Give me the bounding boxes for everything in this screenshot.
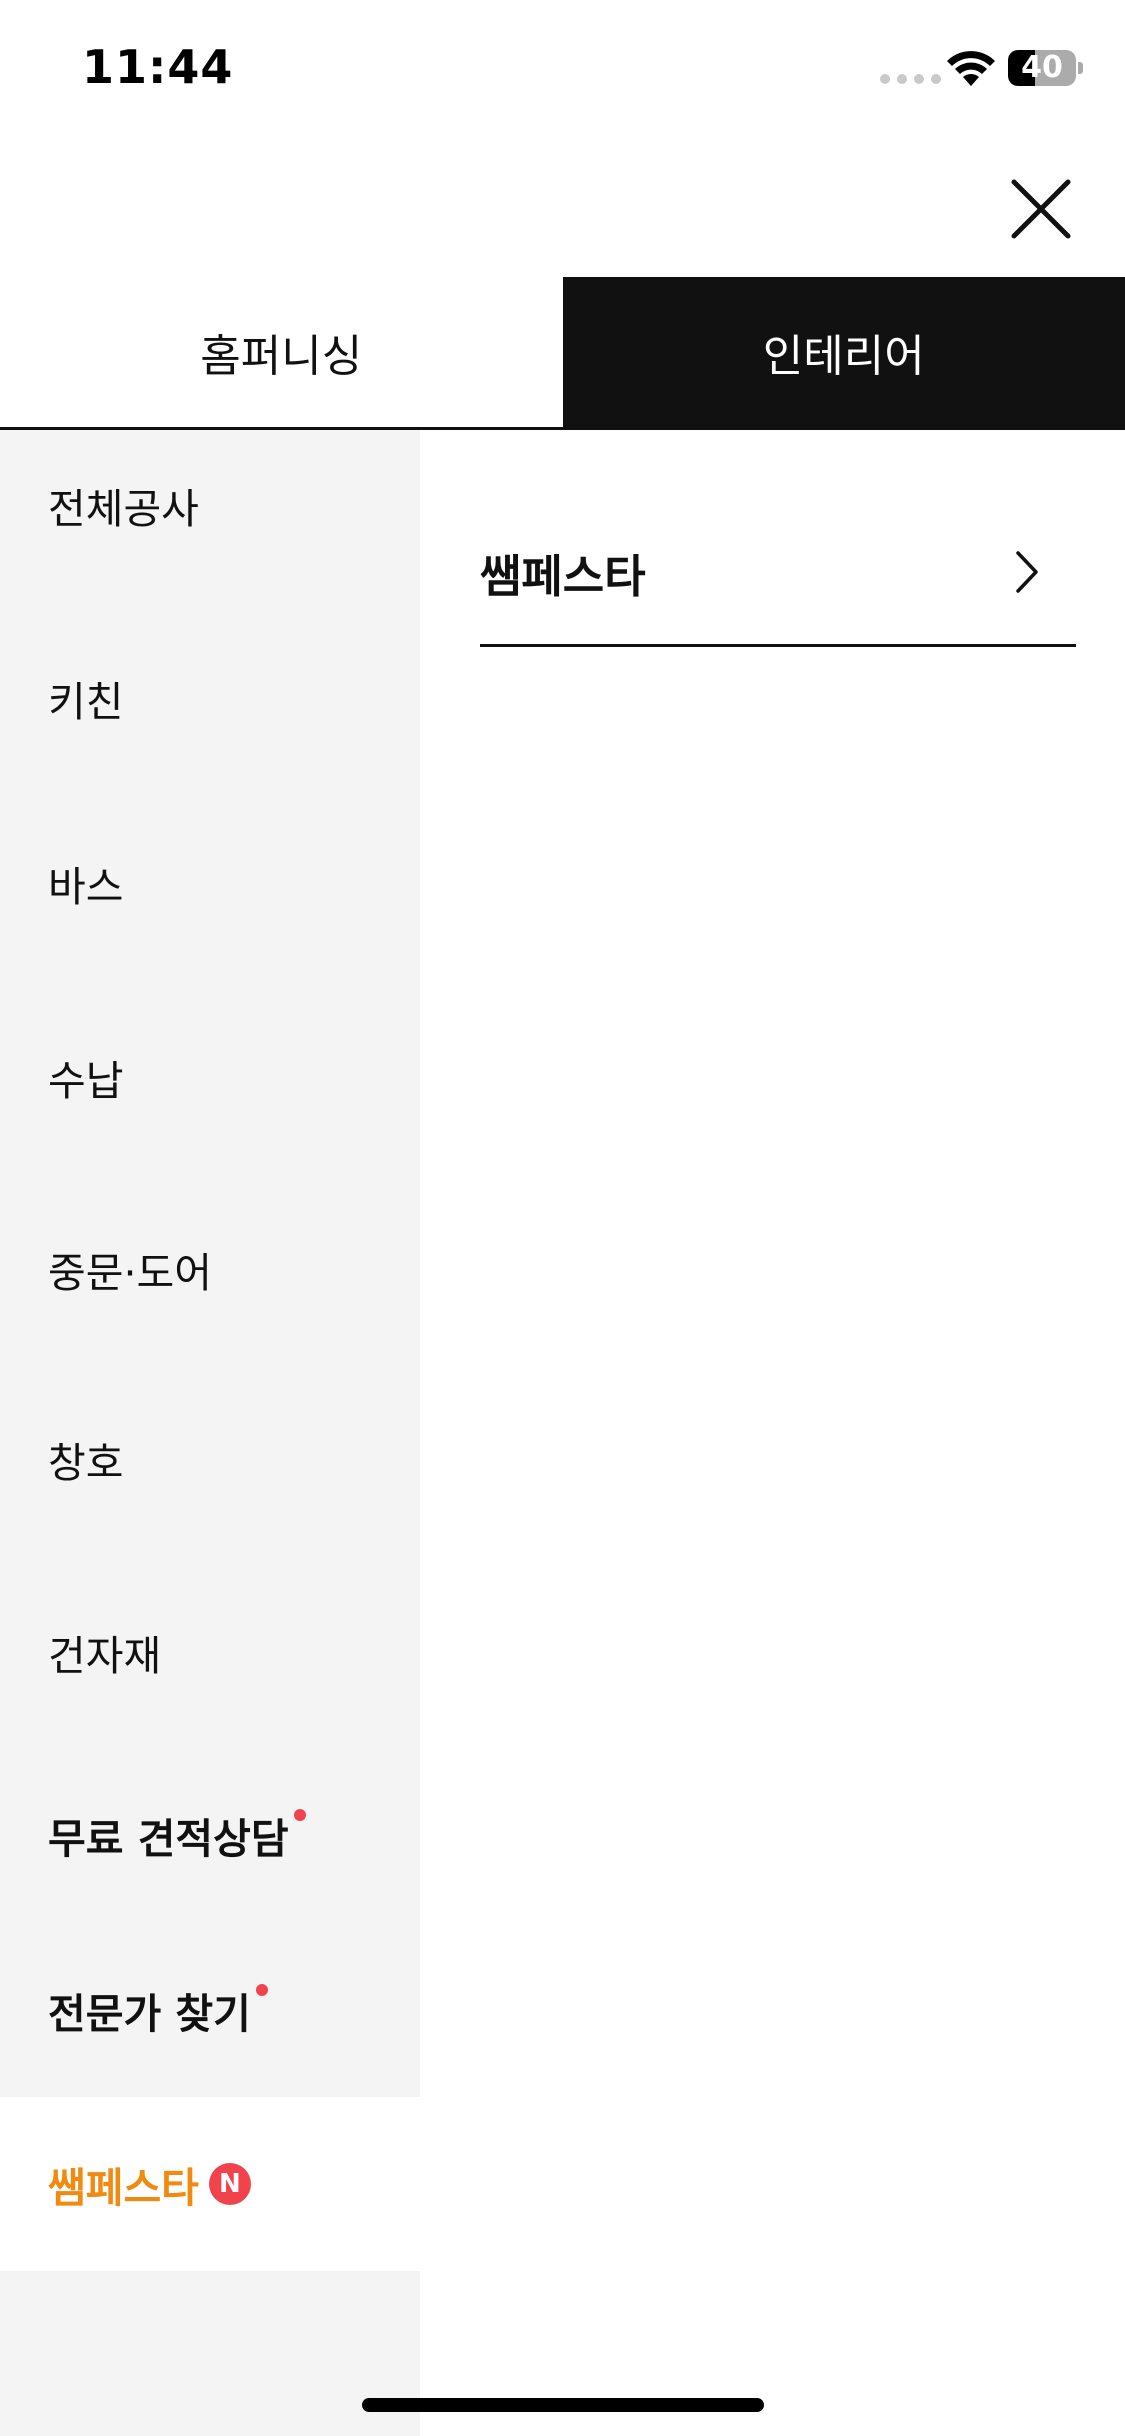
tab-interior[interactable]: 인테리어 <box>562 277 1125 427</box>
status-time: 11:44 <box>82 40 234 94</box>
sidebar-item-find-expert[interactable]: 전문가 찾기 <box>0 1935 420 2085</box>
close-icon <box>1011 179 1071 239</box>
new-badge: N <box>208 2163 251 2205</box>
sidebar-item-label: 무료 견적상담 <box>48 1815 289 1863</box>
sidebar-item-label: 창호 <box>48 1439 124 1487</box>
sidebar-item-full-construction[interactable]: 전체공사 <box>0 430 420 580</box>
sidebar-item-free-estimate[interactable]: 무료 견적상담 <box>0 1760 420 1910</box>
sidebar-item-label: 전체공사 <box>48 485 199 533</box>
cellular-signal-icon <box>880 74 941 84</box>
battery-label: 40 <box>1021 50 1063 85</box>
tab-home-furnishing[interactable]: 홈퍼니싱 <box>0 277 563 427</box>
new-dot-indicator <box>293 1809 306 1821</box>
home-indicator[interactable] <box>362 2398 764 2412</box>
sidebar-item-ssam-festa[interactable]: 쌤페스타 N <box>0 2097 420 2271</box>
sidebar-item-label: 쌤페스타 <box>48 2164 199 2212</box>
battery-icon: 40 <box>1008 50 1076 86</box>
battery-cap <box>1078 62 1083 74</box>
sidebar-item-door[interactable]: 중문·도어 <box>0 1194 420 1344</box>
sub-category-label: 쌤페스타 <box>480 549 646 603</box>
new-dot-indicator <box>255 1984 268 1996</box>
status-bar: 11:44 40 <box>0 0 1125 140</box>
chevron-right-icon <box>1016 551 1038 593</box>
sidebar-item-label: 건자재 <box>48 1632 162 1680</box>
sidebar-item-label: 키친 <box>48 678 124 726</box>
sidebar-item-label: 바스 <box>48 863 124 911</box>
category-tabs: 홈퍼니싱 인테리어 <box>0 277 1125 430</box>
sidebar-item-windows[interactable]: 창호 <box>0 1384 420 1534</box>
sub-category-link[interactable]: 쌤페스타 <box>480 500 1076 647</box>
sidebar-item-bath[interactable]: 바스 <box>0 808 420 958</box>
sidebar-item-building-materials[interactable]: 건자재 <box>0 1577 420 1727</box>
sidebar-item-storage[interactable]: 수납 <box>0 1002 420 1152</box>
close-button[interactable] <box>1000 168 1082 250</box>
sidebar-item-label: 수납 <box>48 1057 124 1105</box>
sidebar-item-label: 전문가 찾기 <box>48 1990 251 2038</box>
wifi-icon <box>947 51 995 86</box>
sidebar-item-kitchen[interactable]: 키친 <box>0 623 420 773</box>
sidebar-item-label: 중문·도어 <box>48 1249 212 1297</box>
